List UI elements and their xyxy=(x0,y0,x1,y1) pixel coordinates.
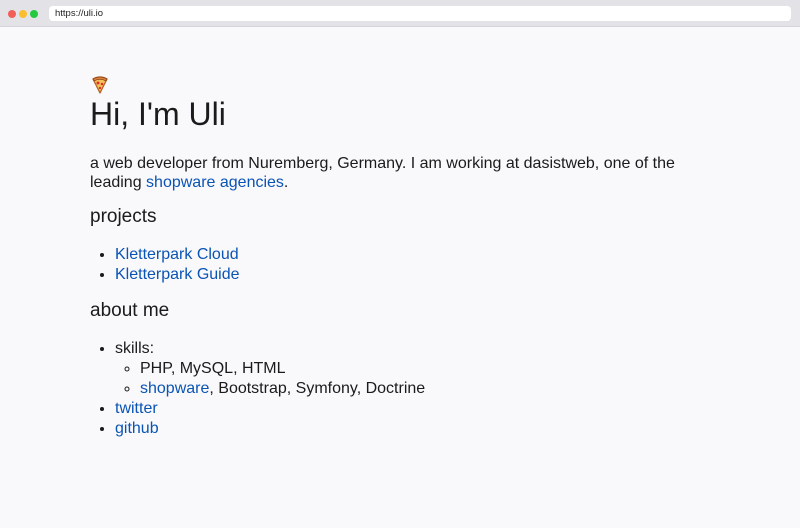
skills-rest: , Bootstrap, Symfony, Doctrine xyxy=(209,380,426,397)
minimize-window-button[interactable] xyxy=(19,10,27,18)
list-item: twitter xyxy=(115,399,730,419)
list-item: Kletterpark Cloud xyxy=(115,245,730,265)
skills-line: PHP, MySQL, HTML xyxy=(140,360,286,377)
projects-heading: projects xyxy=(90,206,157,227)
github-link[interactable]: github xyxy=(115,420,159,437)
page-content: Hi, I'm Uli a web developer from Nurembe… xyxy=(90,75,730,439)
intro-end: . xyxy=(283,174,289,191)
maximize-window-button[interactable] xyxy=(30,10,38,18)
shopware-agencies-link[interactable]: shopware agencies xyxy=(146,174,284,191)
intro-paragraph: a web developer from Nuremberg, Germany.… xyxy=(90,154,730,192)
about-heading: about me xyxy=(90,300,170,321)
shopware-link[interactable]: shopware xyxy=(140,380,209,397)
list-item: Kletterpark Guide xyxy=(115,265,730,285)
skills-label: skills: xyxy=(115,340,155,357)
list-item: github xyxy=(115,419,730,439)
page-title: Hi, I'm Uli xyxy=(90,96,226,132)
skills-list: PHP, MySQL, HTML shopware, Bootstrap, Sy… xyxy=(115,359,730,399)
pizza-icon xyxy=(91,75,109,94)
kletterpark-cloud-link[interactable]: Kletterpark Cloud xyxy=(115,246,239,263)
kletterpark-guide-link[interactable]: Kletterpark Guide xyxy=(115,266,240,283)
address-bar[interactable]: https://uli.io xyxy=(49,6,791,21)
skills-item: skills: PHP, MySQL, HTML shopware, Boots… xyxy=(115,339,730,399)
list-item: PHP, MySQL, HTML xyxy=(140,359,730,379)
browser-toolbar: https://uli.io xyxy=(0,0,800,27)
close-window-button[interactable] xyxy=(8,10,16,18)
about-list: skills: PHP, MySQL, HTML shopware, Boots… xyxy=(90,339,730,439)
list-item: shopware, Bootstrap, Symfony, Doctrine xyxy=(140,379,730,399)
projects-list: Kletterpark Cloud Kletterpark Guide xyxy=(90,245,730,285)
twitter-link[interactable]: twitter xyxy=(115,400,158,417)
